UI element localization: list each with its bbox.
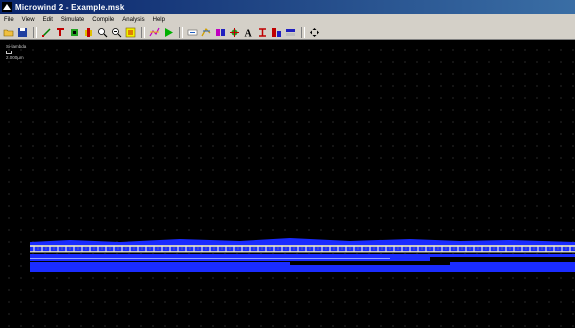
stretch-icon[interactable] xyxy=(214,26,227,39)
menu-bar: File View Edit Simulate Compile Analysis… xyxy=(0,14,575,25)
menu-view[interactable]: View xyxy=(18,17,39,23)
process-icon[interactable] xyxy=(256,26,269,39)
zoom-in-icon[interactable] xyxy=(96,26,109,39)
zoom-out-icon[interactable] xyxy=(110,26,123,39)
menu-edit[interactable]: Edit xyxy=(39,17,57,23)
rotate-icon[interactable] xyxy=(200,26,213,39)
scale-value: 2.000µm xyxy=(6,55,24,60)
toolbar: A xyxy=(0,25,575,40)
pmos-icon[interactable] xyxy=(82,26,95,39)
black-gap-right xyxy=(430,257,575,262)
metal-rail-top xyxy=(30,245,575,247)
menu-file[interactable]: File xyxy=(0,17,18,23)
toolbar-separator xyxy=(33,26,37,38)
menu-simulate[interactable]: Simulate xyxy=(57,17,88,23)
metal-rail-mid xyxy=(30,258,390,259)
toolbar-separator xyxy=(179,26,183,38)
nmos-icon[interactable] xyxy=(270,26,283,39)
black-gap xyxy=(290,261,450,265)
window-title: Microwind 2 - Example.msk xyxy=(15,2,125,12)
fit-icon[interactable] xyxy=(124,26,137,39)
copy-icon[interactable] xyxy=(228,26,241,39)
wire-icon[interactable] xyxy=(54,26,67,39)
lambda-label: Si-lambda xyxy=(6,44,27,49)
toolbar-separator xyxy=(301,26,305,38)
metal-rail-bottom xyxy=(30,251,575,253)
run-icon[interactable] xyxy=(162,26,175,39)
svg-text:A: A xyxy=(245,28,253,38)
save-icon[interactable] xyxy=(16,26,29,39)
contact-icon[interactable] xyxy=(68,26,81,39)
menu-help[interactable]: Help xyxy=(149,17,169,23)
arrows-icon[interactable] xyxy=(308,26,321,39)
stack-icon[interactable] xyxy=(284,26,297,39)
layout-canvas[interactable]: Si-lambda 2.000µm xyxy=(0,41,575,328)
scale-info: Si-lambda 2.000µm xyxy=(6,44,26,61)
upper-noise xyxy=(30,238,575,244)
open-icon[interactable] xyxy=(2,26,15,39)
move-icon[interactable] xyxy=(186,26,199,39)
layout-cells[interactable] xyxy=(30,237,575,279)
title-bar: Microwind 2 - Example.msk xyxy=(0,0,575,14)
box-icon[interactable] xyxy=(40,26,53,39)
scale-bar xyxy=(6,51,12,54)
toolbar-separator xyxy=(141,26,145,38)
app-icon[interactable] xyxy=(2,2,12,12)
menu-analysis[interactable]: Analysis xyxy=(118,17,148,23)
menu-compile[interactable]: Compile xyxy=(88,17,118,23)
extract-icon[interactable] xyxy=(148,26,161,39)
text-icon[interactable]: A xyxy=(242,26,255,39)
